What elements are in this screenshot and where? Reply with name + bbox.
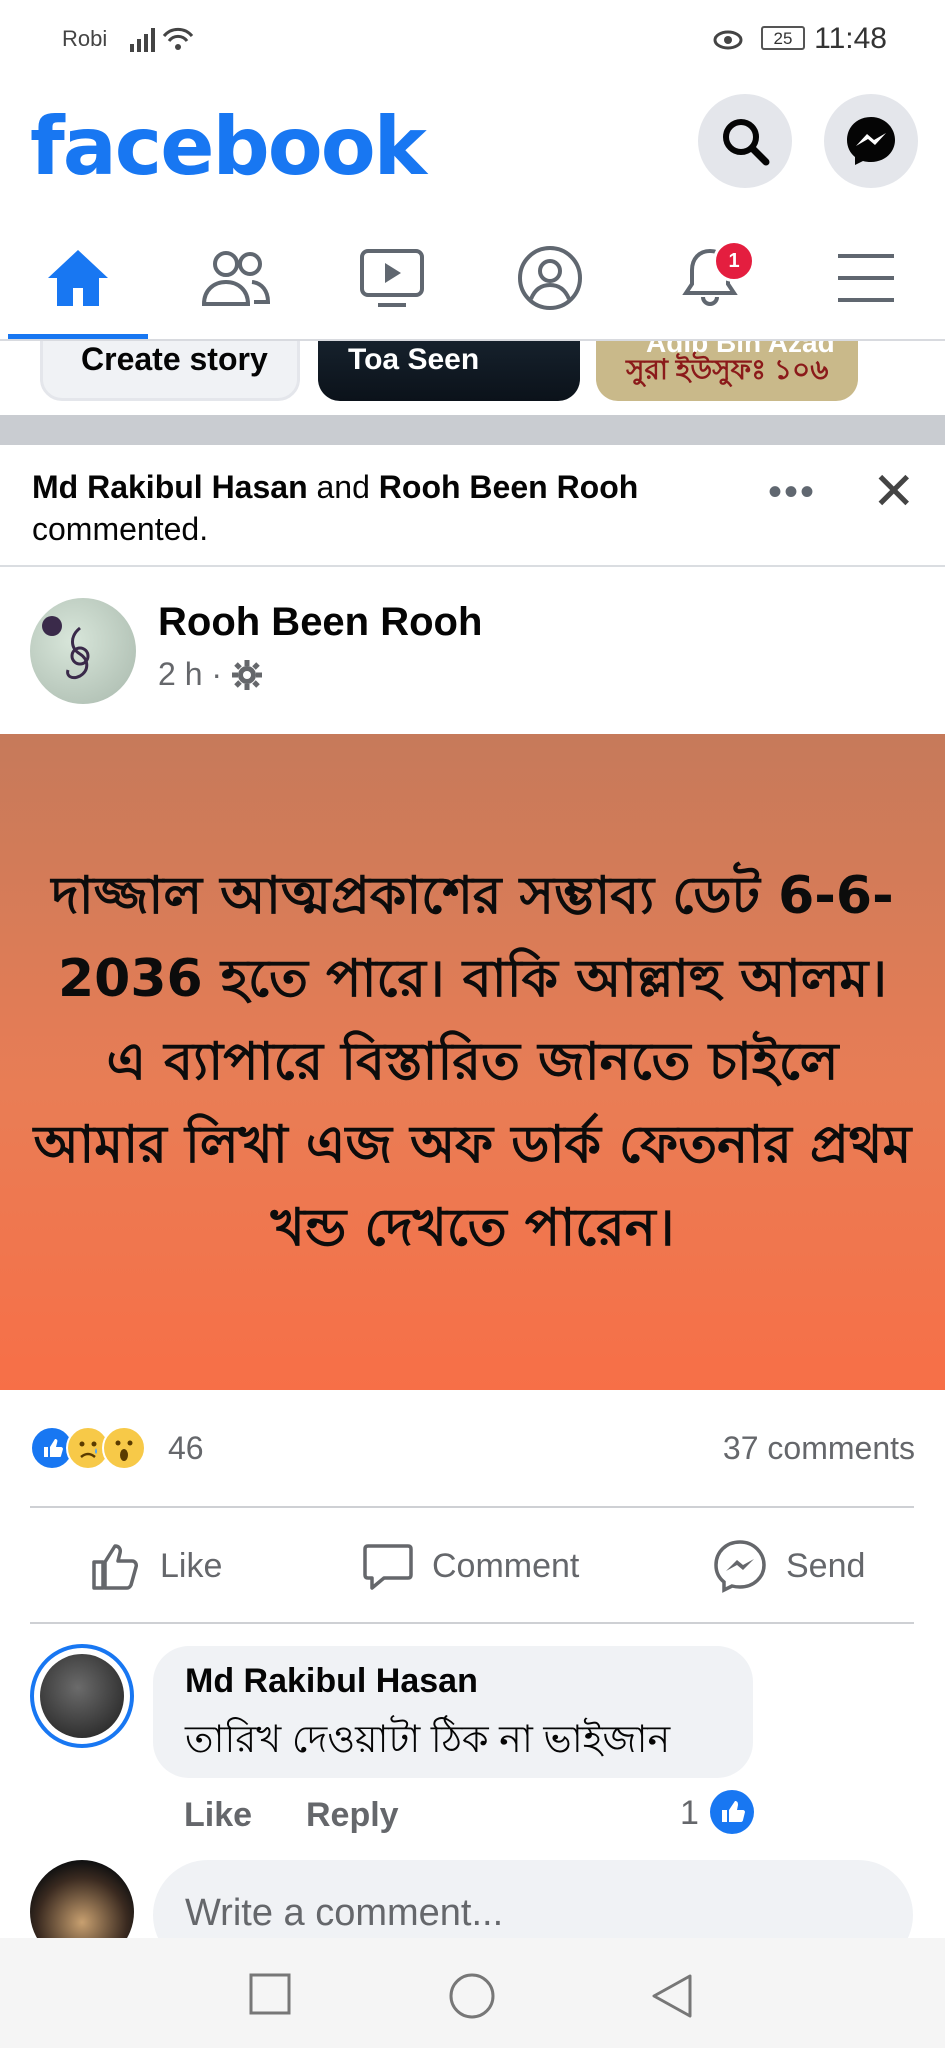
facebook-logo[interactable]: facebook bbox=[30, 100, 427, 193]
comment-reply-button[interactable]: Reply bbox=[306, 1796, 399, 1835]
back-button-icon[interactable] bbox=[650, 1972, 694, 2020]
post-author[interactable]: Rooh Been Rooh bbox=[158, 600, 482, 645]
tab-menu[interactable] bbox=[806, 238, 926, 318]
active-tab-indicator bbox=[8, 334, 148, 339]
search-icon bbox=[723, 119, 770, 166]
post-meta: 2 h · bbox=[158, 656, 264, 693]
home-icon bbox=[48, 250, 108, 306]
activity-line: Md Rakibul Hasan and Rooh Been Rooh comm… bbox=[32, 466, 752, 550]
signal-wifi-icon bbox=[130, 27, 194, 52]
notification-badge: 1 bbox=[713, 240, 755, 282]
author-avatar[interactable] bbox=[30, 598, 136, 704]
activity-suffix: commented. bbox=[32, 511, 209, 547]
commenter-name[interactable]: Md Rakibul Hasan bbox=[185, 1662, 478, 1701]
wow-reaction-icon bbox=[102, 1426, 146, 1470]
post-divider bbox=[0, 565, 945, 567]
search-button[interactable] bbox=[698, 94, 792, 188]
tab-friends[interactable] bbox=[176, 238, 296, 318]
carrier-label: Robi bbox=[62, 26, 108, 51]
avatar-image bbox=[40, 1654, 124, 1738]
activity-user[interactable]: Rooh Been Rooh bbox=[379, 469, 639, 505]
reaction-count[interactable]: 46 bbox=[168, 1430, 204, 1467]
story-label: Toa Seen bbox=[348, 343, 480, 376]
profile-icon bbox=[518, 246, 582, 310]
section-divider bbox=[0, 415, 945, 445]
eye-comfort-icon bbox=[713, 30, 743, 50]
gear-icon bbox=[232, 659, 263, 690]
send-button[interactable]: Send bbox=[712, 1536, 865, 1596]
watch-icon bbox=[360, 249, 424, 307]
post-image[interactable]: দাজ্জাল আত্মপ্রকাশের সম্ভাব্য ডেট 6-6-20… bbox=[0, 734, 945, 1390]
messenger-button[interactable] bbox=[824, 94, 918, 188]
activity-and: and bbox=[316, 469, 370, 505]
battery-indicator: 25 bbox=[761, 26, 805, 50]
comment-like-icon[interactable] bbox=[710, 1790, 754, 1834]
close-icon[interactable]: ✕ bbox=[872, 462, 916, 522]
create-story-label: Create story bbox=[81, 341, 268, 377]
comment-button[interactable]: Comment bbox=[362, 1536, 579, 1596]
commenter-avatar[interactable] bbox=[30, 1644, 134, 1748]
tab-home[interactable] bbox=[18, 238, 138, 318]
recents-button-icon[interactable] bbox=[248, 1972, 292, 2016]
create-story-card[interactable]: Create story bbox=[40, 341, 300, 401]
messenger-send-icon bbox=[714, 1540, 766, 1593]
like-label: Like bbox=[160, 1546, 223, 1585]
action-divider bbox=[30, 1506, 914, 1508]
comment-label: Comment bbox=[432, 1546, 580, 1585]
activity-user[interactable]: Md Rakibul Hasan bbox=[32, 469, 308, 505]
story-card[interactable]: Adib Bin Azad সুরা ইউসুফঃ ১০৬ bbox=[596, 341, 858, 401]
post-image-text: দাজ্জাল আত্মপ্রকাশের সম্ভাব্য ডেট 6-6-20… bbox=[33, 865, 912, 1258]
comment-count[interactable]: 37 comments bbox=[723, 1430, 915, 1467]
action-divider bbox=[30, 1622, 914, 1624]
story-card[interactable]: Toa Seen bbox=[318, 341, 580, 401]
comment-like-count[interactable]: 1 bbox=[680, 1794, 699, 1833]
messenger-icon bbox=[847, 117, 895, 165]
like-button[interactable]: Like bbox=[90, 1536, 222, 1596]
tab-watch[interactable] bbox=[332, 238, 452, 318]
status-bar: Robi 25 11:48 bbox=[0, 0, 945, 80]
comment-like-button[interactable]: Like bbox=[184, 1796, 252, 1835]
comment-input-placeholder: Write a comment... bbox=[185, 1892, 504, 1934]
send-label: Send bbox=[786, 1546, 866, 1585]
comment-icon bbox=[363, 1544, 413, 1590]
home-button-icon[interactable] bbox=[448, 1972, 496, 2020]
stories-strip: Create story Toa Seen Adib Bin Azad সুরা… bbox=[0, 341, 945, 415]
friends-icon bbox=[201, 251, 271, 306]
avatar-image bbox=[42, 616, 90, 680]
post-time[interactable]: 2 h · bbox=[158, 656, 222, 693]
story-caption: সুরা ইউসুফঃ ১০৬ bbox=[626, 354, 829, 385]
more-options-icon[interactable]: ••• bbox=[768, 470, 816, 515]
comment-text: তারিখ দেওয়াটা ঠিক না ভাইজান bbox=[185, 1719, 671, 1761]
clock: 11:48 bbox=[814, 22, 887, 55]
thumbs-up-icon bbox=[92, 1544, 138, 1590]
menu-icon bbox=[838, 254, 894, 302]
tab-profile[interactable] bbox=[490, 238, 610, 318]
reaction-icons[interactable] bbox=[30, 1426, 146, 1470]
